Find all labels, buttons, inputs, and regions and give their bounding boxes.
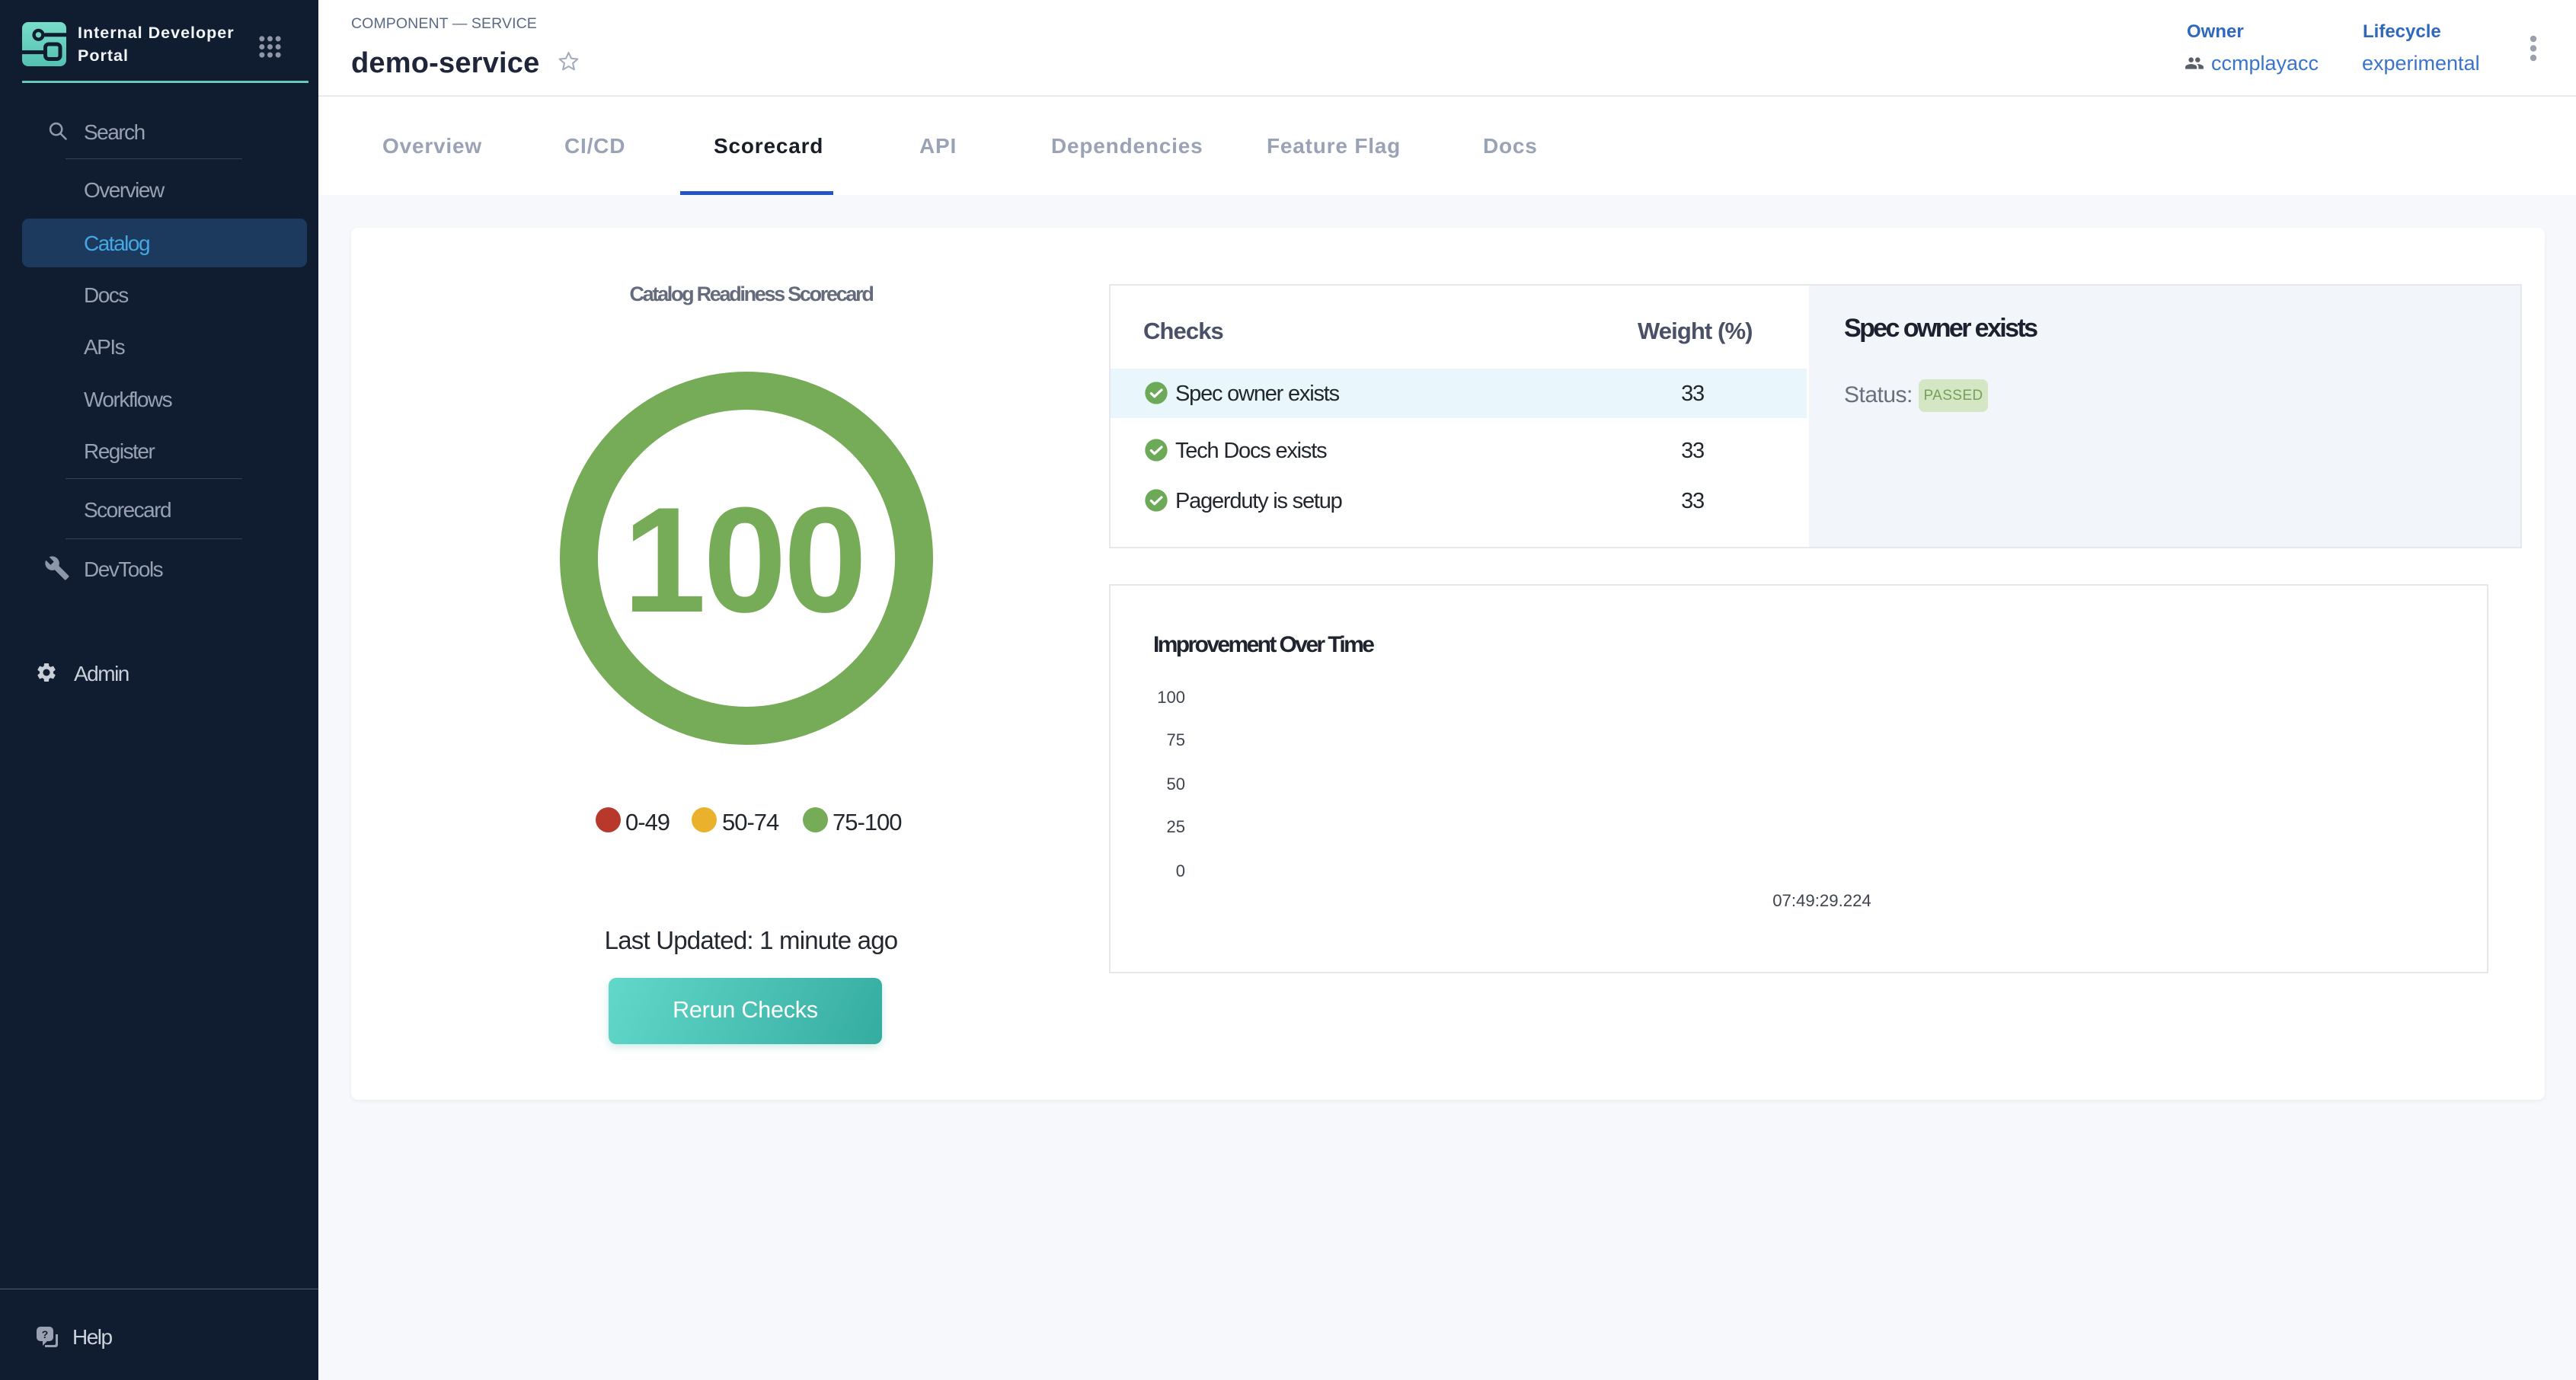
svg-text:?: ? xyxy=(42,1328,49,1340)
